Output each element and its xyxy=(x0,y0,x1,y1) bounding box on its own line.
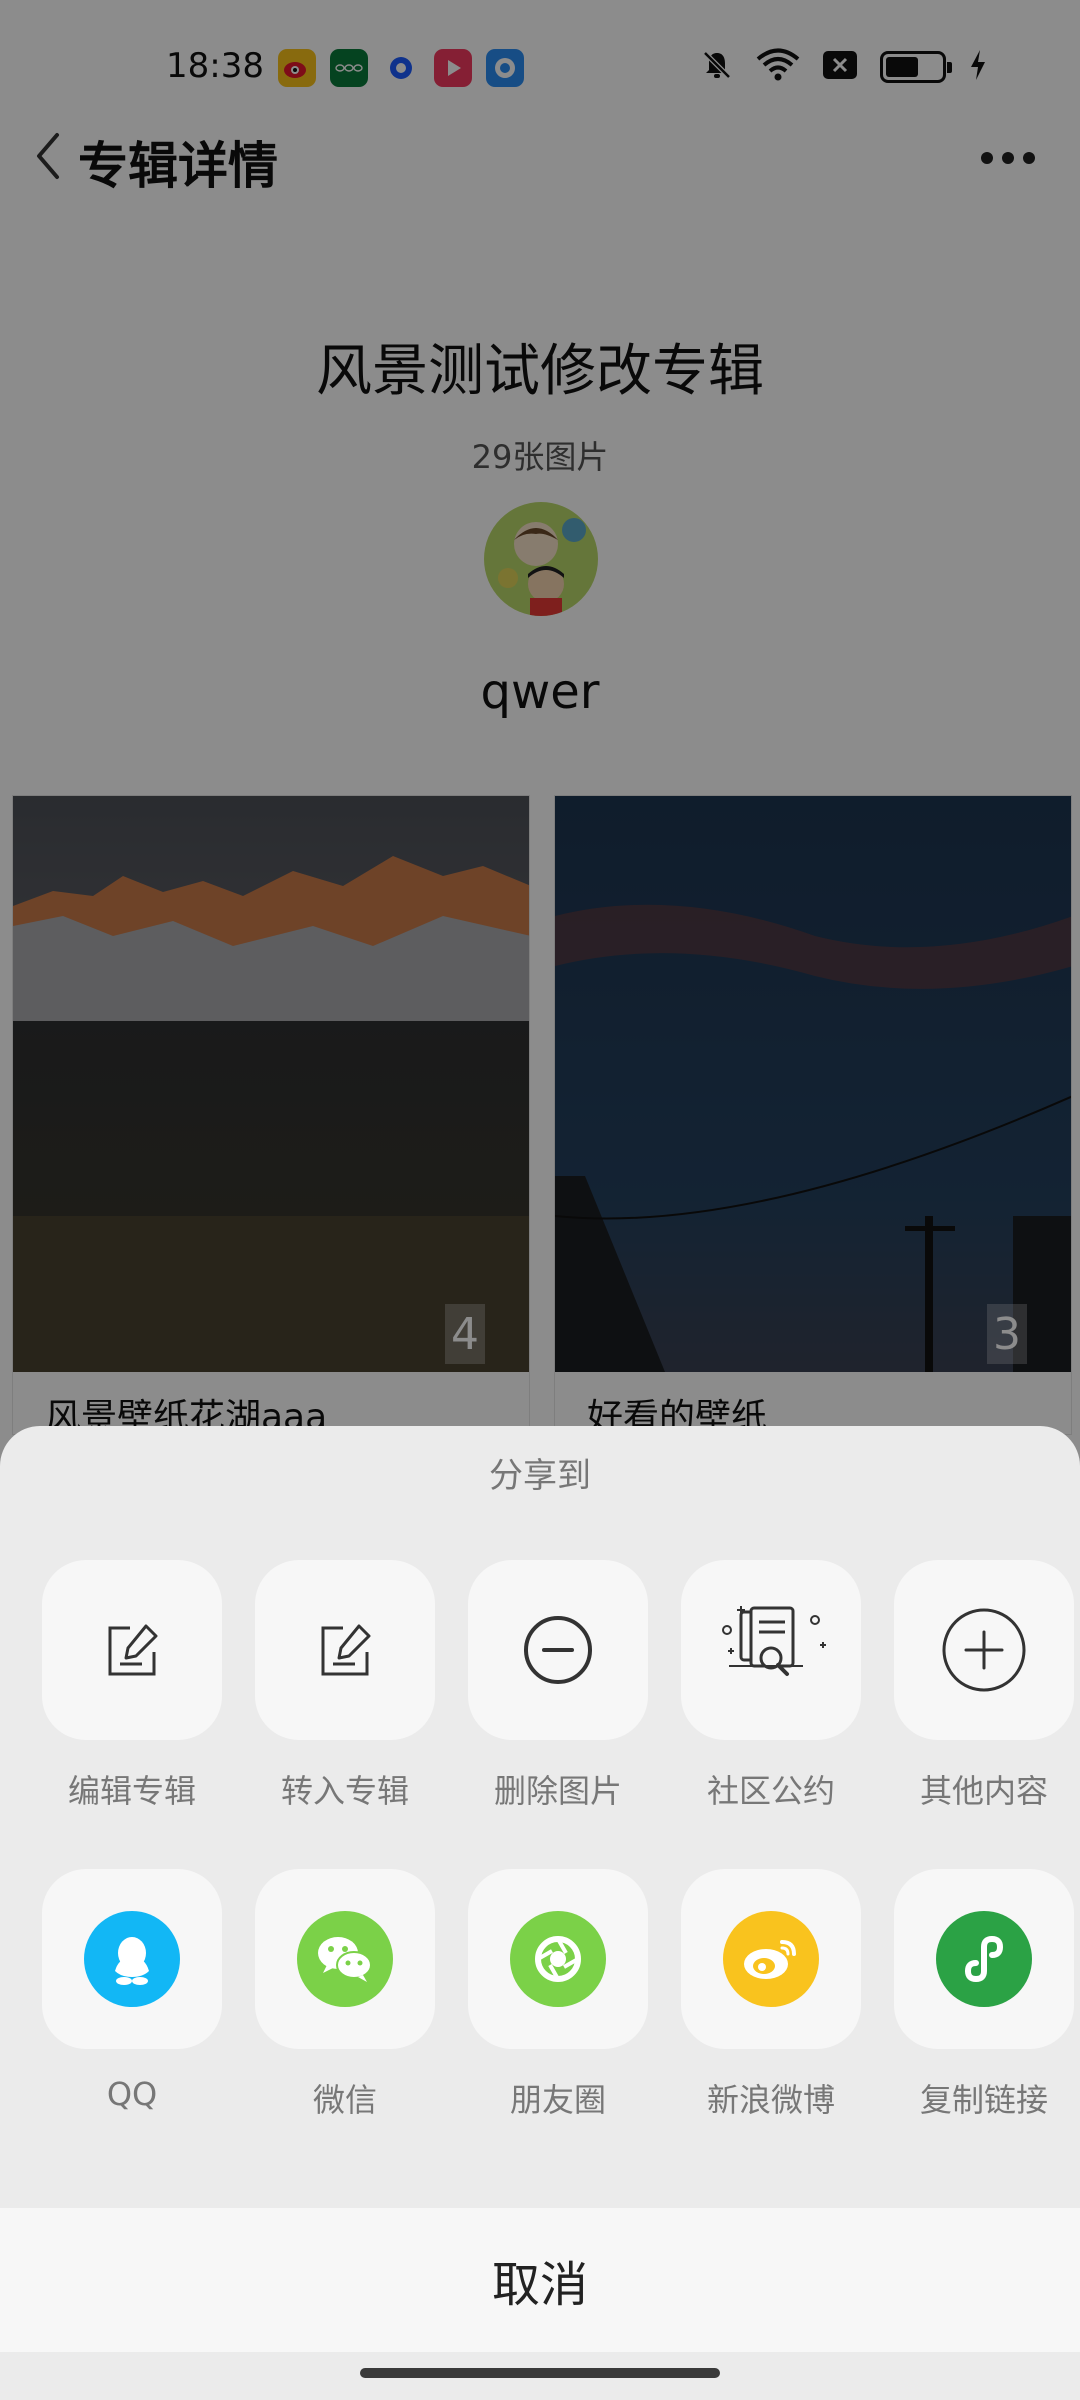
action-tile xyxy=(42,1560,222,1740)
action-tile xyxy=(42,1869,222,2049)
qq-icon xyxy=(84,1911,180,2007)
document-search-icon xyxy=(722,1606,826,1676)
plus-circle-icon xyxy=(942,1608,1026,1692)
delete-photo-button[interactable]: 删除图片 xyxy=(468,1560,648,1812)
community-rules-button[interactable]: 社区公约 xyxy=(681,1560,861,1812)
edit-album-button[interactable]: 编辑专辑 xyxy=(42,1560,222,1812)
move-to-album-button[interactable]: 转入专辑 xyxy=(255,1560,435,1812)
action-row-primary: 编辑专辑 转入专辑 删除图片 社区公约 其他内容 xyxy=(42,1560,1080,1812)
cancel-button[interactable]: 取消 xyxy=(0,2208,1080,2352)
move-icon xyxy=(321,1624,371,1676)
mini-program-icon xyxy=(936,1911,1032,2007)
share-sheet: 分享到 编辑专辑 转入专辑 删除图片 社区公约 其他内容 QQ 微信 朋友圈 新… xyxy=(0,1426,1080,2400)
action-tile xyxy=(681,1869,861,2049)
action-tile xyxy=(894,1869,1074,2049)
action-tile xyxy=(894,1560,1074,1740)
edit-icon xyxy=(108,1624,158,1676)
action-row-share: QQ 微信 朋友圈 新浪微博 复制链接 xyxy=(42,1869,1080,2121)
moments-icon xyxy=(510,1911,606,2007)
share-moments-button[interactable]: 朋友圈 xyxy=(468,1869,648,2121)
action-label: 社区公约 xyxy=(706,1772,835,1810)
weibo-icon xyxy=(723,1911,819,2007)
action-label: 转入专辑 xyxy=(280,1772,409,1810)
other-content-button[interactable]: 其他内容 xyxy=(894,1560,1074,1812)
action-tile xyxy=(255,1869,435,2049)
action-label: 编辑专辑 xyxy=(67,1772,196,1810)
action-label: 微信 xyxy=(312,2081,377,2119)
minus-circle-icon xyxy=(524,1616,592,1684)
copy-link-button[interactable]: 复制链接 xyxy=(894,1869,1074,2121)
share-wechat-button[interactable]: 微信 xyxy=(255,1869,435,2121)
action-tile xyxy=(468,1560,648,1740)
action-label: 朋友圈 xyxy=(509,2081,606,2119)
wechat-icon xyxy=(297,1911,393,2007)
action-label: 其他内容 xyxy=(919,1772,1048,1810)
action-label: 复制链接 xyxy=(919,2081,1048,2119)
share-qq-button[interactable]: QQ xyxy=(42,1869,222,2121)
share-weibo-button[interactable]: 新浪微博 xyxy=(681,1869,861,2121)
action-tile xyxy=(681,1560,861,1740)
home-indicator[interactable] xyxy=(360,2368,720,2378)
action-label: 删除图片 xyxy=(493,1772,622,1810)
action-tile xyxy=(255,1560,435,1740)
action-tile xyxy=(468,1869,648,2049)
action-label: QQ xyxy=(106,2075,158,2113)
action-label: 新浪微博 xyxy=(706,2081,835,2119)
share-sheet-title: 分享到 xyxy=(489,1456,591,1496)
